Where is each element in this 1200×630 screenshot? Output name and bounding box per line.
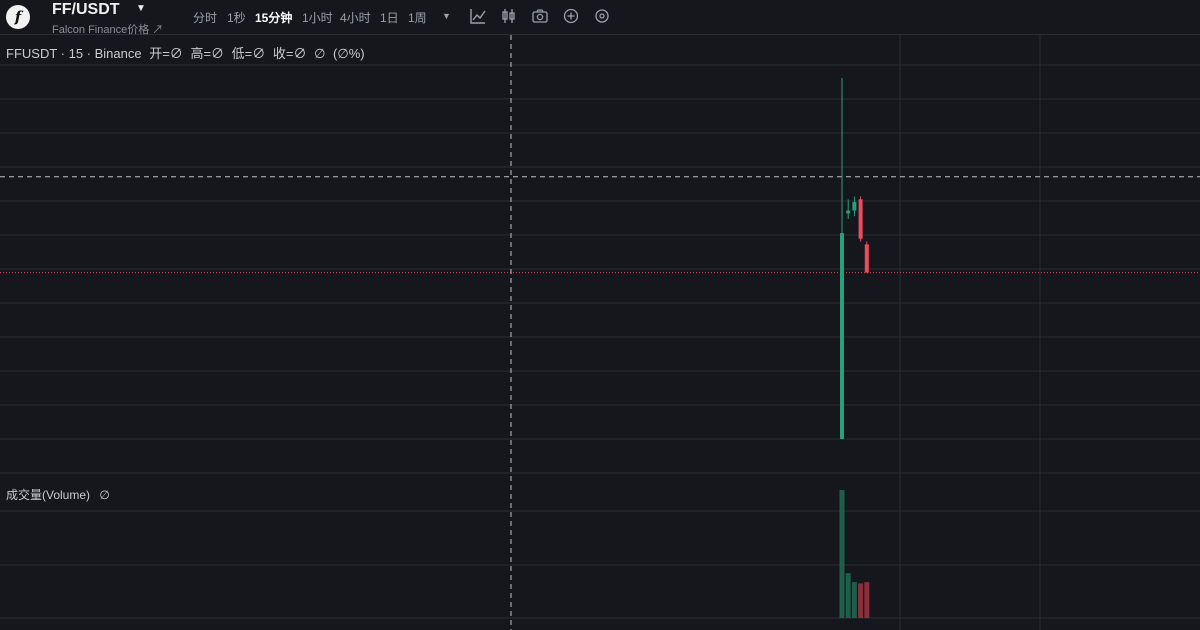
candle-body: [852, 202, 857, 211]
top-toolbar: f FF/USDT ▼ Falcon Finance价格 ↗ 分时 1秒 15分…: [0, 0, 1200, 36]
timeframe-4h[interactable]: 4小时: [340, 9, 371, 26]
legend-high: 高=∅: [190, 46, 225, 61]
timeframe-tick[interactable]: 分时: [193, 9, 217, 26]
volume-bar: [845, 573, 851, 618]
more-timeframes-chevron-icon[interactable]: ▼: [442, 11, 451, 21]
chevron-down-icon[interactable]: ▼: [136, 3, 146, 14]
add-circle-icon[interactable]: [562, 7, 580, 25]
timeframe-1d[interactable]: 1日: [380, 9, 399, 26]
legend-symbol: FFUSDT · 15 · Binance: [6, 46, 142, 61]
volume-label: 成交量(Volume): [6, 488, 91, 502]
camera-icon[interactable]: [531, 7, 549, 25]
candle-body: [846, 210, 851, 214]
timeframe-15m[interactable]: 15分钟: [255, 9, 292, 26]
timeframe-1w[interactable]: 1周: [408, 9, 427, 26]
volume-bar: [864, 582, 870, 618]
legend-change-pct: (∅%): [333, 46, 365, 61]
volume-bar: [858, 583, 864, 618]
timeframe-1s[interactable]: 1秒: [227, 9, 246, 26]
chart-style-icon[interactable]: [469, 7, 487, 25]
volume-bar: [839, 490, 845, 618]
legend-close: 收=∅: [272, 46, 307, 61]
volume-bar: [851, 582, 857, 618]
legend-low: 低=∅: [231, 46, 266, 61]
candle-body: [858, 199, 863, 239]
volume-legend: 成交量(Volume) ∅: [6, 486, 110, 503]
volume-value: ∅: [99, 488, 110, 502]
legend-change: ∅: [314, 46, 326, 61]
settings-icon[interactable]: [593, 7, 611, 25]
ohlc-legend: FFUSDT · 15 · Binance 开=∅ 高=∅ 低=∅ 收=∅ ∅ …: [6, 43, 369, 62]
candle-icon[interactable]: [500, 7, 518, 25]
legend-open: 开=∅: [149, 46, 183, 61]
falcon-logo-icon: f: [6, 5, 30, 29]
candle-body: [864, 244, 869, 273]
pair-title[interactable]: FF/USDT: [52, 1, 120, 19]
timeframe-1h[interactable]: 1小时: [302, 9, 333, 26]
candle-body: [840, 233, 844, 439]
price-chart[interactable]: [0, 35, 1200, 630]
